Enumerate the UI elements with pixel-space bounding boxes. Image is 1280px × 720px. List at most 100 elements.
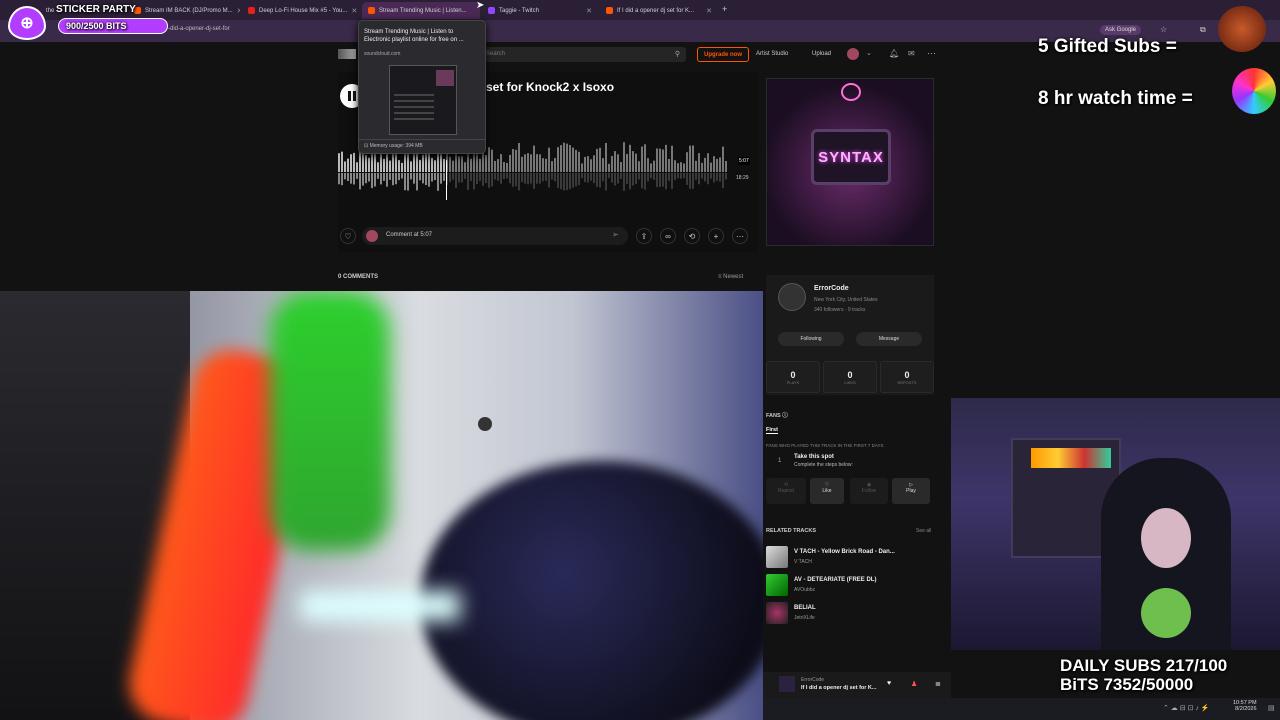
reposts-value: 0 bbox=[904, 369, 910, 380]
waveform-bar bbox=[440, 154, 442, 172]
avatar[interactable] bbox=[847, 48, 859, 60]
waveform-bar bbox=[398, 160, 400, 172]
related-track[interactable]: AV - DETEARIATE (FREE DL) AVOubbz bbox=[766, 574, 934, 596]
artist-avatar[interactable] bbox=[778, 283, 806, 311]
add-to-playlist-icon[interactable]: + bbox=[708, 228, 724, 244]
waveform-bar bbox=[641, 146, 643, 172]
related-track[interactable]: V TACH - Yellow Brick Road - Dan... V TA… bbox=[766, 546, 934, 568]
close-icon[interactable]: ✕ bbox=[706, 7, 712, 15]
waveform-bar bbox=[443, 158, 445, 172]
waveform-reflection bbox=[542, 173, 544, 182]
upgrade-button[interactable]: Upgrade now bbox=[697, 47, 749, 62]
tab-4[interactable]: Taggie - Twitch ✕ bbox=[482, 2, 598, 19]
memory-label: Memory usage: 394 MB bbox=[369, 143, 423, 149]
fan-action-repost[interactable]: ⟲ Repost bbox=[766, 478, 806, 504]
clock[interactable]: 10:57 PM 8/2/2026 bbox=[1233, 700, 1257, 712]
waveform-bar bbox=[686, 152, 688, 172]
tab-2[interactable]: Deep Lo-Fi House Mix #5 - You... ✕ bbox=[242, 2, 360, 19]
new-tab-button[interactable]: + bbox=[722, 4, 727, 14]
share-icon[interactable]: ⇪ bbox=[636, 228, 652, 244]
queue-icon[interactable]: ≣ bbox=[935, 680, 941, 688]
tooltip-domain: soundcloud.com bbox=[364, 51, 401, 57]
chevron-down-icon[interactable]: ⌄ bbox=[866, 49, 872, 57]
fan-action-follow[interactable]: ◉ Follow bbox=[850, 478, 888, 504]
player-artist: ErrorCode bbox=[801, 677, 825, 683]
player-artwork bbox=[779, 676, 795, 692]
close-icon[interactable]: ✕ bbox=[586, 7, 592, 15]
waveform-reflection bbox=[473, 173, 475, 190]
following-button[interactable]: Following bbox=[778, 332, 844, 346]
bell-icon[interactable]: 🔔︎ bbox=[889, 49, 899, 58]
waveform-reflection bbox=[437, 173, 439, 191]
waveform-bar bbox=[680, 162, 682, 172]
waveform-bar bbox=[512, 149, 514, 172]
waveform-bar bbox=[389, 160, 391, 172]
search-input[interactable]: Search ⚲ bbox=[480, 47, 686, 62]
artwork-monitor: SYNTAX bbox=[811, 129, 891, 185]
send-icon[interactable]: ➢ bbox=[612, 230, 619, 239]
plays-stat: 0 PLAYS bbox=[766, 361, 820, 393]
waveform-bar bbox=[488, 147, 490, 172]
waveform-reflection bbox=[578, 173, 580, 186]
more-icon[interactable]: ⋯ bbox=[732, 228, 748, 244]
comment-input[interactable]: Comment at 5:07 bbox=[362, 227, 628, 245]
twitch-icon bbox=[488, 7, 495, 14]
door-knob bbox=[478, 417, 492, 431]
related-track-title: AV - DETEARIATE (FREE DL) bbox=[794, 577, 877, 583]
close-icon[interactable]: ✕ bbox=[237, 7, 240, 15]
message-button[interactable]: Message bbox=[856, 332, 922, 346]
waveform-bar bbox=[419, 159, 421, 172]
repost-icon[interactable]: ⟲ bbox=[684, 228, 700, 244]
waveform-bar bbox=[692, 145, 694, 172]
url-field[interactable]: -did-a-opener-dj-set-for bbox=[168, 26, 230, 32]
see-all-link[interactable]: See all bbox=[916, 528, 931, 534]
waveform-reflection bbox=[464, 173, 466, 179]
more-icon[interactable]: ⋯ bbox=[927, 48, 936, 59]
sort-newest[interactable]: ≡ Newest bbox=[718, 274, 743, 280]
info-icon[interactable]: ⓘ bbox=[782, 413, 788, 419]
waveform-reflection bbox=[611, 173, 613, 183]
tab-3-active[interactable]: Stream Trending Music | Listen... bbox=[362, 2, 480, 19]
heart-icon[interactable]: ♥ bbox=[887, 680, 891, 687]
waveform-reflection bbox=[344, 173, 346, 180]
waveform-reflection bbox=[725, 173, 727, 180]
waveform-bar bbox=[377, 162, 379, 172]
waveform-reflection bbox=[599, 173, 601, 188]
fan-action-label: Like bbox=[822, 488, 832, 494]
waveform-bar bbox=[671, 145, 673, 172]
soundcloud-logo[interactable] bbox=[338, 49, 356, 59]
ask-google-button[interactable]: Ask Google bbox=[1100, 25, 1142, 35]
waveform-bar bbox=[662, 149, 664, 172]
waveform-reflection bbox=[371, 173, 373, 189]
time-total: 18:29 bbox=[736, 175, 749, 181]
pause-bar-icon bbox=[348, 91, 351, 101]
artist-studio-link[interactable]: Artist Studio bbox=[756, 51, 788, 57]
notification-icon[interactable]: ▤ bbox=[1268, 704, 1275, 712]
system-tray-icons[interactable]: ⌃ ☁ ⊟ ⊡ ♪ ⚡ bbox=[1163, 704, 1210, 712]
tab-5[interactable]: If I did a opener dj set for K... ✕ bbox=[600, 2, 718, 19]
fan-action-play[interactable]: ▷ Play bbox=[892, 478, 930, 504]
waveform-reflection bbox=[569, 173, 571, 190]
link-icon[interactable]: ∞ bbox=[660, 228, 676, 244]
artist-name[interactable]: ErrorCode bbox=[814, 285, 849, 292]
waveform-bar bbox=[722, 146, 724, 172]
fan-action-like[interactable]: ♡ Like bbox=[810, 478, 844, 504]
tooltip-title: Stream Trending Music | Listen to Electr… bbox=[364, 29, 464, 43]
follow-icon[interactable]: ♟ bbox=[911, 680, 917, 688]
mail-icon[interactable]: ✉ bbox=[908, 49, 915, 58]
star-icon[interactable]: ☆ bbox=[1160, 25, 1167, 34]
waveform-reflection bbox=[563, 173, 565, 191]
heart-icon[interactable]: ♡ bbox=[340, 228, 356, 244]
waveform-reflection bbox=[584, 173, 586, 183]
fans-tab-first[interactable]: First bbox=[766, 427, 778, 434]
close-icon[interactable]: ✕ bbox=[351, 7, 357, 15]
upload-link[interactable]: Upload bbox=[812, 51, 831, 57]
waveform-bar bbox=[629, 144, 631, 172]
waveform-bar bbox=[431, 157, 433, 172]
extensions-icon[interactable]: ⧉ bbox=[1200, 25, 1206, 35]
playhead[interactable] bbox=[446, 160, 447, 200]
waveform-reflection bbox=[443, 173, 445, 181]
waveform-bar bbox=[524, 154, 526, 172]
waveform-bar bbox=[668, 158, 670, 172]
related-track[interactable]: BELIAL JetriXLife bbox=[766, 602, 934, 624]
